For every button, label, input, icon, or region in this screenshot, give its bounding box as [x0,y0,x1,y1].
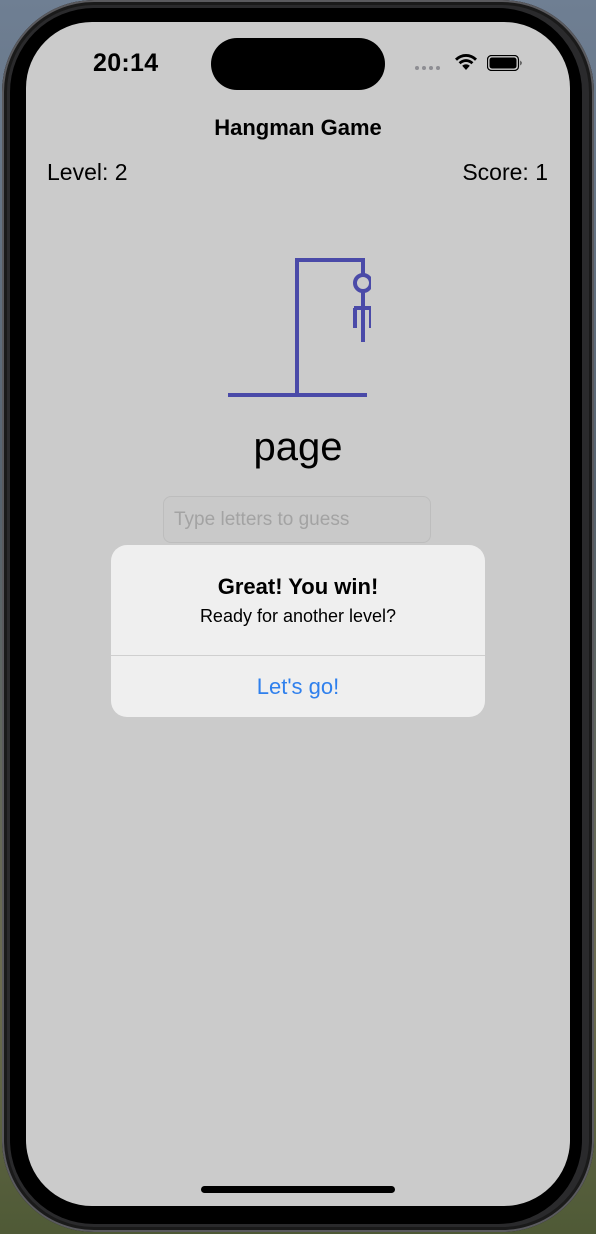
status-time: 20:14 [93,49,159,77]
score-label: Score: 1 [462,159,548,185]
app-screen: 20:14 Hangman Game Level: 2 Score: 1 pag… [26,22,570,1206]
level-label: Level: 2 [47,159,128,185]
lets-go-button[interactable]: Let's go! [111,656,485,717]
signal-icon [415,66,440,70]
home-indicator[interactable] [201,1186,395,1193]
alert-title: Great! You win! [217,574,379,599]
secret-word: page [253,425,343,469]
guess-input[interactable] [163,496,431,543]
wifi-icon [455,54,477,70]
alert-message: Ready for another level? [199,606,397,626]
dynamic-island [211,38,385,90]
win-alert: Great! You win! Ready for another level?… [111,545,485,717]
battery-icon [487,55,522,71]
nav-title: Hangman Game [214,115,382,140]
hangman-drawing [228,258,371,397]
